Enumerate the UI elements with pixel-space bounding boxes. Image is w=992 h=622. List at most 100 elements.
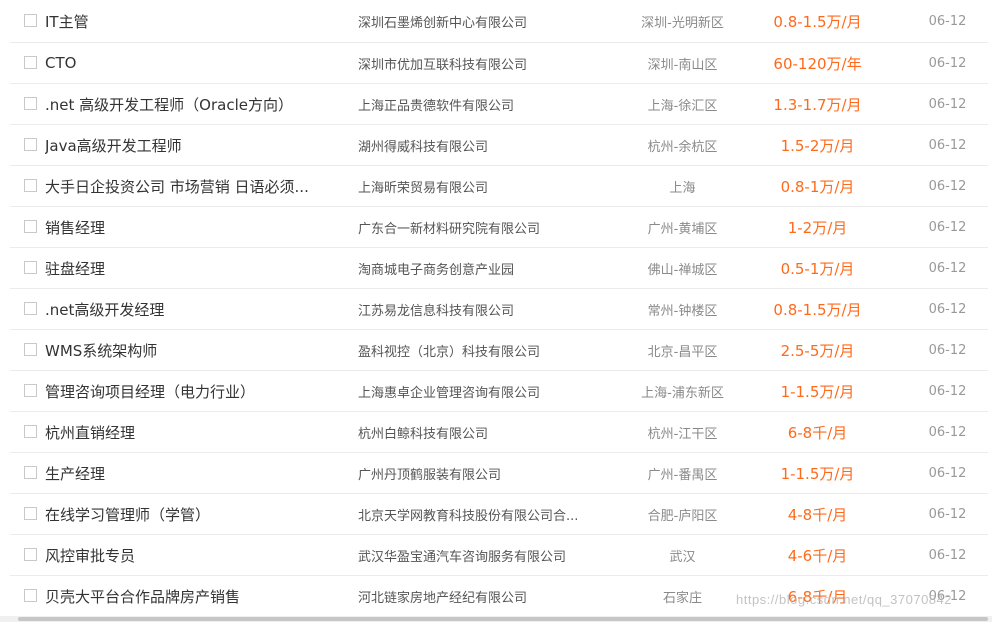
job-title-link[interactable]: 杭州直销经理 (45, 412, 335, 452)
job-location: 上海 (669, 180, 696, 196)
job-salary: 6-8千/月 (787, 587, 848, 606)
post-date: 06-12 (928, 342, 967, 358)
post-date: 06-12 (928, 260, 967, 276)
job-location: 上海-徐汇区 (647, 98, 718, 114)
job-row[interactable]: IT主管 深圳石墨烯创新中心有限公司 深圳-光明新区 0.8-1.5万/月 06… (10, 0, 988, 43)
company-link[interactable]: 江苏易龙信息科技有限公司 (358, 289, 603, 329)
company-link[interactable]: 杭州白鲸科技有限公司 (358, 412, 603, 452)
job-title-link[interactable]: CTO (45, 43, 335, 83)
job-title-link[interactable]: IT主管 (45, 0, 335, 42)
select-checkbox[interactable] (24, 302, 37, 315)
job-row[interactable]: Java高级开发工程师 湖州得威科技有限公司 杭州-余杭区 1.5-2万/月 0… (10, 125, 988, 166)
select-checkbox[interactable] (24, 138, 37, 151)
job-title-link[interactable]: 贝壳大平台合作品牌房产销售 (45, 576, 335, 616)
post-date: 06-12 (928, 178, 967, 194)
company-link[interactable]: 深圳市优加互联科技有限公司 (358, 43, 603, 83)
company-link[interactable]: 北京天学网教育科技股份有限公司合... (358, 494, 603, 534)
job-salary: 4-6千/月 (787, 546, 848, 565)
company-link[interactable]: 盈科视控（北京）科技有限公司 (358, 330, 603, 370)
job-row[interactable]: 杭州直销经理 杭州白鲸科技有限公司 杭州-江干区 6-8千/月 06-12 (10, 412, 988, 453)
job-row[interactable]: 生产经理 广州丹顶鹤服装有限公司 广州-番禺区 1-1.5万/月 06-12 (10, 453, 988, 494)
company-link[interactable]: 湖州得威科技有限公司 (358, 125, 603, 165)
company-link[interactable]: 上海惠卓企业管理咨询有限公司 (358, 371, 603, 411)
job-location: 北京-昌平区 (647, 344, 718, 360)
job-location: 佛山-禅城区 (647, 262, 718, 278)
job-row[interactable]: .net高级开发经理 江苏易龙信息科技有限公司 常州-钟楼区 0.8-1.5万/… (10, 289, 988, 330)
job-title-link[interactable]: WMS系统架构师 (45, 330, 335, 370)
job-row[interactable]: WMS系统架构师 盈科视控（北京）科技有限公司 北京-昌平区 2.5-5万/月 … (10, 330, 988, 371)
job-title-link[interactable]: 风控审批专员 (45, 535, 335, 575)
job-title-link[interactable]: 驻盘经理 (45, 248, 335, 288)
select-checkbox[interactable] (24, 548, 37, 561)
job-row[interactable]: 在线学习管理师（学管） 北京天学网教育科技股份有限公司合... 合肥-庐阳区 4… (10, 494, 988, 535)
select-checkbox[interactable] (24, 466, 37, 479)
company-link[interactable]: 武汉华盈宝通汽车咨询服务有限公司 (358, 535, 603, 575)
select-checkbox[interactable] (24, 56, 37, 69)
select-checkbox[interactable] (24, 425, 37, 438)
job-row[interactable]: CTO 深圳市优加互联科技有限公司 深圳-南山区 60-120万/年 06-12 (10, 43, 988, 84)
company-link[interactable]: 深圳石墨烯创新中心有限公司 (358, 0, 603, 42)
job-salary: 0.8-1万/月 (780, 177, 855, 196)
select-checkbox[interactable] (24, 507, 37, 520)
post-date: 06-12 (928, 137, 967, 153)
post-date: 06-12 (928, 219, 967, 235)
job-salary: 1-1.5万/月 (780, 464, 855, 483)
job-row[interactable]: .net 高级开发工程师（Oracle方向） 上海正品贵德软件有限公司 上海-徐… (10, 84, 988, 125)
select-checkbox[interactable] (24, 261, 37, 274)
job-salary: 0.8-1.5万/月 (773, 300, 862, 319)
job-list: IT主管 深圳石墨烯创新中心有限公司 深圳-光明新区 0.8-1.5万/月 06… (0, 0, 992, 617)
post-date: 06-12 (928, 506, 967, 522)
job-location: 杭州-江干区 (647, 426, 718, 442)
job-salary: 60-120万/年 (773, 54, 862, 73)
company-link[interactable]: 淘商城电子商务创意产业园 (358, 248, 603, 288)
job-title-link[interactable]: Java高级开发工程师 (45, 125, 335, 165)
job-location: 广州-番禺区 (647, 467, 718, 483)
job-location: 合肥-庐阳区 (647, 508, 718, 524)
job-row[interactable]: 驻盘经理 淘商城电子商务创意产业园 佛山-禅城区 0.5-1万/月 06-12 (10, 248, 988, 289)
job-salary: 1-1.5万/月 (780, 382, 855, 401)
company-link[interactable]: 广东合一新材料研究院有限公司 (358, 207, 603, 247)
job-title-link[interactable]: 大手日企投资公司 市场营销 日语必须... (45, 166, 335, 206)
job-location: 武汉 (669, 549, 696, 565)
select-checkbox[interactable] (24, 220, 37, 233)
select-checkbox[interactable] (24, 97, 37, 110)
job-salary: 1.5-2万/月 (780, 136, 855, 155)
company-link[interactable]: 河北链家房地产经纪有限公司 (358, 576, 603, 616)
job-row[interactable]: 贝壳大平台合作品牌房产销售 河北链家房地产经纪有限公司 石家庄 6-8千/月 0… (10, 576, 988, 617)
job-row[interactable]: 销售经理 广东合一新材料研究院有限公司 广州-黄埔区 1-2万/月 06-12 (10, 207, 988, 248)
job-location: 深圳-光明新区 (641, 15, 724, 31)
job-salary: 0.5-1万/月 (780, 259, 855, 278)
job-salary: 1-2万/月 (787, 218, 848, 237)
post-date: 06-12 (928, 465, 967, 481)
company-link[interactable]: 广州丹顶鹤服装有限公司 (358, 453, 603, 493)
job-location: 杭州-余杭区 (647, 139, 718, 155)
post-date: 06-12 (928, 96, 967, 112)
select-checkbox[interactable] (24, 343, 37, 356)
job-salary: 1.3-1.7万/月 (773, 95, 862, 114)
job-location: 石家庄 (662, 590, 702, 606)
job-location: 常州-钟楼区 (647, 303, 718, 319)
job-title-link[interactable]: .net 高级开发工程师（Oracle方向） (45, 84, 335, 124)
post-date: 06-12 (928, 588, 967, 604)
horizontal-scrollbar[interactable] (0, 616, 992, 622)
select-checkbox[interactable] (24, 384, 37, 397)
job-title-link[interactable]: 在线学习管理师（学管） (45, 494, 335, 534)
company-link[interactable]: 上海正品贵德软件有限公司 (358, 84, 603, 124)
company-link[interactable]: 上海昕荣贸易有限公司 (358, 166, 603, 206)
job-salary: 2.5-5万/月 (780, 341, 855, 360)
job-title-link[interactable]: .net高级开发经理 (45, 289, 335, 329)
job-title-link[interactable]: 管理咨询项目经理（电力行业） (45, 371, 335, 411)
job-title-link[interactable]: 生产经理 (45, 453, 335, 493)
job-row[interactable]: 风控审批专员 武汉华盈宝通汽车咨询服务有限公司 武汉 4-6千/月 06-12 (10, 535, 988, 576)
select-checkbox[interactable] (24, 179, 37, 192)
select-checkbox[interactable] (24, 14, 37, 27)
select-checkbox[interactable] (24, 589, 37, 602)
post-date: 06-12 (928, 383, 967, 399)
job-salary: 4-8千/月 (787, 505, 848, 524)
post-date: 06-12 (928, 547, 967, 563)
job-salary: 0.8-1.5万/月 (773, 12, 862, 31)
job-title-link[interactable]: 销售经理 (45, 207, 335, 247)
job-row[interactable]: 大手日企投资公司 市场营销 日语必须... 上海昕荣贸易有限公司 上海 0.8-… (10, 166, 988, 207)
job-row[interactable]: 管理咨询项目经理（电力行业） 上海惠卓企业管理咨询有限公司 上海-浦东新区 1-… (10, 371, 988, 412)
scrollbar-thumb[interactable] (18, 617, 988, 621)
